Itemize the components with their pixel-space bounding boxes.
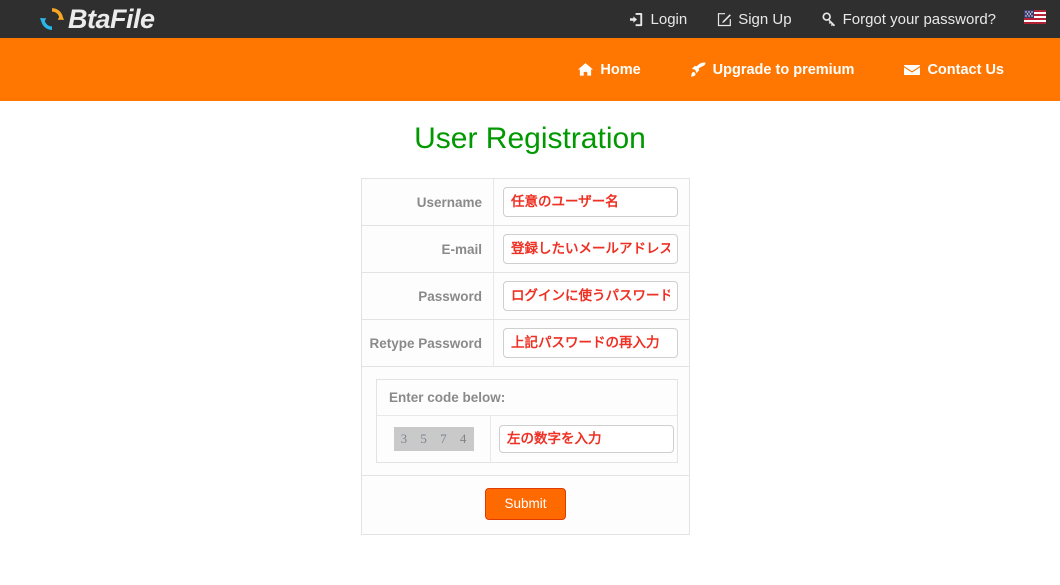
label-retype-password: Retype Password — [362, 320, 494, 366]
top-nav-label-forgot-password: Forgot your password? — [842, 10, 996, 28]
rocket-icon — [690, 62, 706, 77]
page-title: User Registration — [414, 122, 646, 155]
captcha-heading: Enter code below: — [377, 380, 677, 416]
captcha-panel: Enter code below: 3 5 7 4 — [376, 379, 678, 463]
captcha-input-cell — [491, 416, 684, 462]
password-input[interactable] — [503, 281, 678, 311]
label-email: E-mail — [362, 226, 494, 272]
username-input[interactable] — [503, 187, 678, 217]
label-password: Password — [362, 273, 494, 319]
sub-nav-label-upgrade: Upgrade to premium — [712, 61, 855, 78]
brand-logo[interactable]: BtaFile — [38, 0, 155, 38]
form-row-password: Password — [362, 273, 689, 320]
cell-email — [494, 226, 689, 272]
home-icon — [578, 62, 594, 77]
form-row-username: Username — [362, 179, 689, 226]
pencil-square-icon — [717, 12, 732, 27]
top-nav-label-signup: Sign Up — [738, 10, 792, 28]
top-nav-item-login[interactable]: Login — [629, 10, 688, 28]
top-nav-label-login: Login — [650, 10, 688, 28]
sub-nav-item-home[interactable]: Home — [578, 61, 641, 78]
cell-password — [494, 273, 689, 319]
cell-retype-password — [494, 320, 689, 366]
submit-button[interactable]: Submit — [485, 488, 566, 520]
language-selector[interactable] — [1024, 9, 1046, 29]
form-row-retype-password: Retype Password — [362, 320, 689, 367]
cell-username — [494, 179, 689, 225]
form-row-email: E-mail — [362, 226, 689, 273]
sign-in-icon — [629, 12, 645, 27]
form-row-captcha: Enter code below: 3 5 7 4 — [362, 367, 689, 476]
top-header-bar: BtaFile Login Sign Up Forgot your passwo… — [0, 0, 1060, 38]
key-icon — [822, 11, 837, 27]
top-nav-item-signup[interactable]: Sign Up — [717, 10, 792, 28]
captcha-image-cell: 3 5 7 4 — [377, 416, 491, 462]
top-nav-item-forgot-password[interactable]: Forgot your password? — [822, 11, 996, 28]
email-input[interactable] — [503, 234, 678, 264]
sub-nav-label-home: Home — [600, 61, 641, 78]
top-nav: Login Sign Up Forgot your password? — [600, 0, 1046, 38]
sub-nav: Home Upgrade to premium Contact Us — [528, 38, 1004, 101]
sub-nav-label-contact-us: Contact Us — [927, 61, 1004, 78]
us-flag-icon — [1024, 9, 1046, 29]
brand-name: BtaFile — [68, 3, 155, 34]
envelope-icon — [904, 62, 921, 78]
sync-circle-icon — [38, 5, 66, 33]
registration-form: Username E-mail Password Retype Password… — [361, 178, 690, 535]
captcha-input[interactable] — [499, 425, 674, 453]
sub-nav-item-upgrade-to-premium[interactable]: Upgrade to premium — [690, 61, 855, 78]
retype-password-input[interactable] — [503, 328, 678, 358]
captcha-code-image: 3 5 7 4 — [393, 427, 474, 451]
form-row-submit: Submit — [362, 476, 689, 535]
sub-nav-item-contact-us[interactable]: Contact Us — [904, 62, 1004, 78]
sub-nav-bar: Home Upgrade to premium Contact Us — [0, 38, 1060, 101]
label-username: Username — [362, 179, 494, 225]
captcha-body: 3 5 7 4 — [377, 416, 677, 462]
